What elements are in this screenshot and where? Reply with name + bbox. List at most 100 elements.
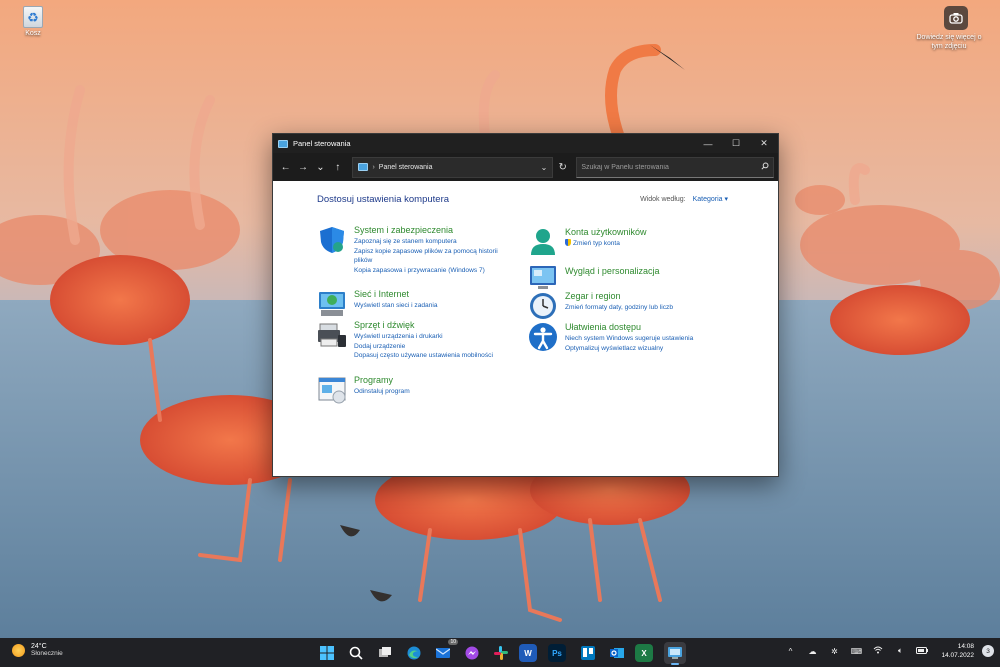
mail-icon[interactable]: 10 xyxy=(432,639,458,664)
link-file-history[interactable]: Zapisz kopie zapasowe plików za pomocą h… xyxy=(354,247,517,266)
category-hardware: Sprzęt i dźwięk Wyświetl urządzenia i dr… xyxy=(317,320,517,361)
category-title-accounts[interactable]: Konta użytkowników xyxy=(565,227,647,237)
category-title-programs[interactable]: Programy xyxy=(354,375,410,385)
chevron-up-icon[interactable]: ^ xyxy=(783,647,797,656)
spotlight-info[interactable]: Dowiedz się więcej o tym zdjęciu xyxy=(914,6,984,51)
wifi-icon[interactable] xyxy=(871,646,885,656)
view-by: Widok według: Kategoria ▾ xyxy=(640,195,728,203)
clock-time: 14:08 xyxy=(957,643,974,650)
category-programs: Programy Odinstaluj program xyxy=(317,375,517,405)
refresh-button[interactable]: ↻ xyxy=(553,157,572,178)
page-title: Dostosuj ustawienia komputera xyxy=(317,194,450,205)
search-icon[interactable] xyxy=(757,162,773,172)
keyboard-icon[interactable]: ⌨ xyxy=(849,647,863,656)
category-title-hardware[interactable]: Sprzęt i dźwięk xyxy=(354,320,493,330)
accessibility-icon xyxy=(528,322,558,352)
outlook-icon[interactable] xyxy=(606,642,628,664)
recycle-bin[interactable]: Kosz xyxy=(18,6,48,37)
link-suggest-settings[interactable]: Niech system Windows sugeruje ustawienia xyxy=(565,334,693,344)
search-icon[interactable] xyxy=(345,642,367,664)
slack-icon[interactable] xyxy=(490,642,512,664)
link-backup-restore[interactable]: Kopia zapasowa i przywracanie (Windows 7… xyxy=(354,266,517,276)
onedrive-icon[interactable]: ☁ xyxy=(805,647,819,656)
close-button[interactable]: ✕ xyxy=(750,134,778,153)
navigation-bar: ← → ⌄ ↑ › Panel sterowania ⌄ ↻ xyxy=(273,153,778,181)
photoshop-icon[interactable]: Ps xyxy=(548,644,566,662)
category-user-accounts: Konta użytkowników Zmień typ konta xyxy=(528,227,728,257)
recycle-bin-label: Kosz xyxy=(25,30,41,37)
camera-icon xyxy=(944,6,968,30)
link-network-status[interactable]: Wyświetl stan sieci i zadania xyxy=(354,301,438,311)
slack-tray-icon[interactable]: ✲ xyxy=(827,647,841,656)
word-icon[interactable]: W xyxy=(519,644,537,662)
programs-icon xyxy=(317,375,347,405)
control-panel-content: Dostosuj ustawienia komputera Widok wedł… xyxy=(273,181,778,476)
clock-date: 14.07.2022 xyxy=(941,652,974,659)
mail-badge: 10 xyxy=(448,639,458,645)
view-by-dropdown[interactable]: Kategoria ▾ xyxy=(693,196,728,203)
category-ease-of-access: Ułatwienia dostępu Niech system Windows … xyxy=(528,322,728,353)
appearance-icon xyxy=(528,262,558,292)
system-tray: ^ ☁ ✲ ⌨ 🔈︎ 14:08 14.07.2022 3 xyxy=(775,642,994,660)
control-panel-icon[interactable] xyxy=(664,642,686,665)
address-bar[interactable]: › Panel sterowania ⌄ xyxy=(352,156,554,178)
recent-locations-button[interactable]: ⌄ xyxy=(312,158,329,176)
maximize-button[interactable]: ☐ xyxy=(722,134,750,153)
clock[interactable]: 14:08 14.07.2022 xyxy=(941,642,974,660)
breadcrumb-separator: › xyxy=(372,163,375,171)
battery-icon[interactable] xyxy=(915,646,929,656)
network-icon xyxy=(317,289,347,319)
taskbar-apps: 10 W Ps X xyxy=(316,639,693,665)
link-change-account-type[interactable]: Zmień typ konta xyxy=(565,239,647,249)
view-by-label: Widok według: xyxy=(640,196,686,203)
category-title-access[interactable]: Ułatwienia dostępu xyxy=(565,322,693,332)
category-appearance: Wygląd i personalizacja xyxy=(528,262,728,292)
edge-icon[interactable] xyxy=(403,642,425,664)
task-view-icon[interactable] xyxy=(374,642,396,664)
speaker-icon[interactable]: 🔈︎ xyxy=(893,646,907,656)
windows-icon[interactable] xyxy=(316,642,338,664)
messenger-icon[interactable] xyxy=(461,642,483,664)
shield-icon xyxy=(317,225,347,255)
title-bar[interactable]: Panel sterowania — ☐ ✕ xyxy=(273,134,778,153)
forward-button[interactable]: → xyxy=(294,158,311,176)
category-system-security: System i zabezpieczenia Zapoznaj się ze … xyxy=(317,225,517,275)
clock-globe-icon xyxy=(528,291,558,321)
category-title-clock[interactable]: Zegar i region xyxy=(565,291,673,301)
excel-icon[interactable]: X xyxy=(635,644,653,662)
breadcrumb-control-panel[interactable]: Panel sterowania xyxy=(379,164,536,171)
link-devices-printers[interactable]: Wyświetl urządzenia i drukarki xyxy=(354,332,493,342)
trello-icon[interactable] xyxy=(577,642,599,664)
window-title: Panel sterowania xyxy=(293,139,351,148)
minimize-button[interactable]: — xyxy=(694,134,722,153)
control-panel-window[interactable]: Panel sterowania — ☐ ✕ ← → ⌄ ↑ › Panel s… xyxy=(272,133,779,477)
search-box[interactable] xyxy=(576,156,775,178)
control-panel-icon xyxy=(358,163,369,171)
category-clock-region: Zegar i region Zmień formaty daty, godzi… xyxy=(528,291,728,321)
link-add-device[interactable]: Dodaj urządzenie xyxy=(354,342,493,352)
link-optimize-display[interactable]: Optymalizuj wyświetlacz wizualny xyxy=(565,344,693,354)
spotlight-label: Dowiedz się więcej o tym zdjęciu xyxy=(916,34,982,50)
control-panel-icon xyxy=(278,139,288,148)
taskbar: 24°C Słonecznie 10 W Ps X ^ ☁ ✲ ⌨ 🔈︎ 14:… xyxy=(0,638,1000,667)
category-network: Sieć i Internet Wyświetl stan sieci i za… xyxy=(317,289,517,319)
back-button[interactable]: ← xyxy=(277,158,294,176)
printer-icon xyxy=(317,320,347,350)
weather-condition: Słonecznie xyxy=(31,650,63,657)
up-button[interactable]: ↑ xyxy=(329,158,346,176)
notification-badge[interactable]: 3 xyxy=(982,645,994,657)
recycle-bin-icon xyxy=(23,6,43,28)
chevron-down-icon[interactable]: ⌄ xyxy=(536,163,552,172)
link-uninstall-program[interactable]: Odinstaluj program xyxy=(354,387,410,397)
category-title-appearance[interactable]: Wygląd i personalizacja xyxy=(565,266,659,276)
weather-widget[interactable]: 24°C Słonecznie xyxy=(12,643,63,657)
weather-temp: 24°C xyxy=(31,643,47,650)
category-title-system[interactable]: System i zabezpieczenia xyxy=(354,225,517,235)
category-title-network[interactable]: Sieć i Internet xyxy=(354,289,438,299)
sun-icon xyxy=(12,643,25,657)
link-mobility-settings[interactable]: Dopasuj często używane ustawienia mobiln… xyxy=(354,351,493,361)
link-check-status[interactable]: Zapoznaj się ze stanem komputera xyxy=(354,237,517,247)
user-accounts-icon xyxy=(528,227,558,257)
link-date-time-formats[interactable]: Zmień formaty daty, godziny lub liczb xyxy=(565,303,673,313)
search-input[interactable] xyxy=(577,163,758,171)
